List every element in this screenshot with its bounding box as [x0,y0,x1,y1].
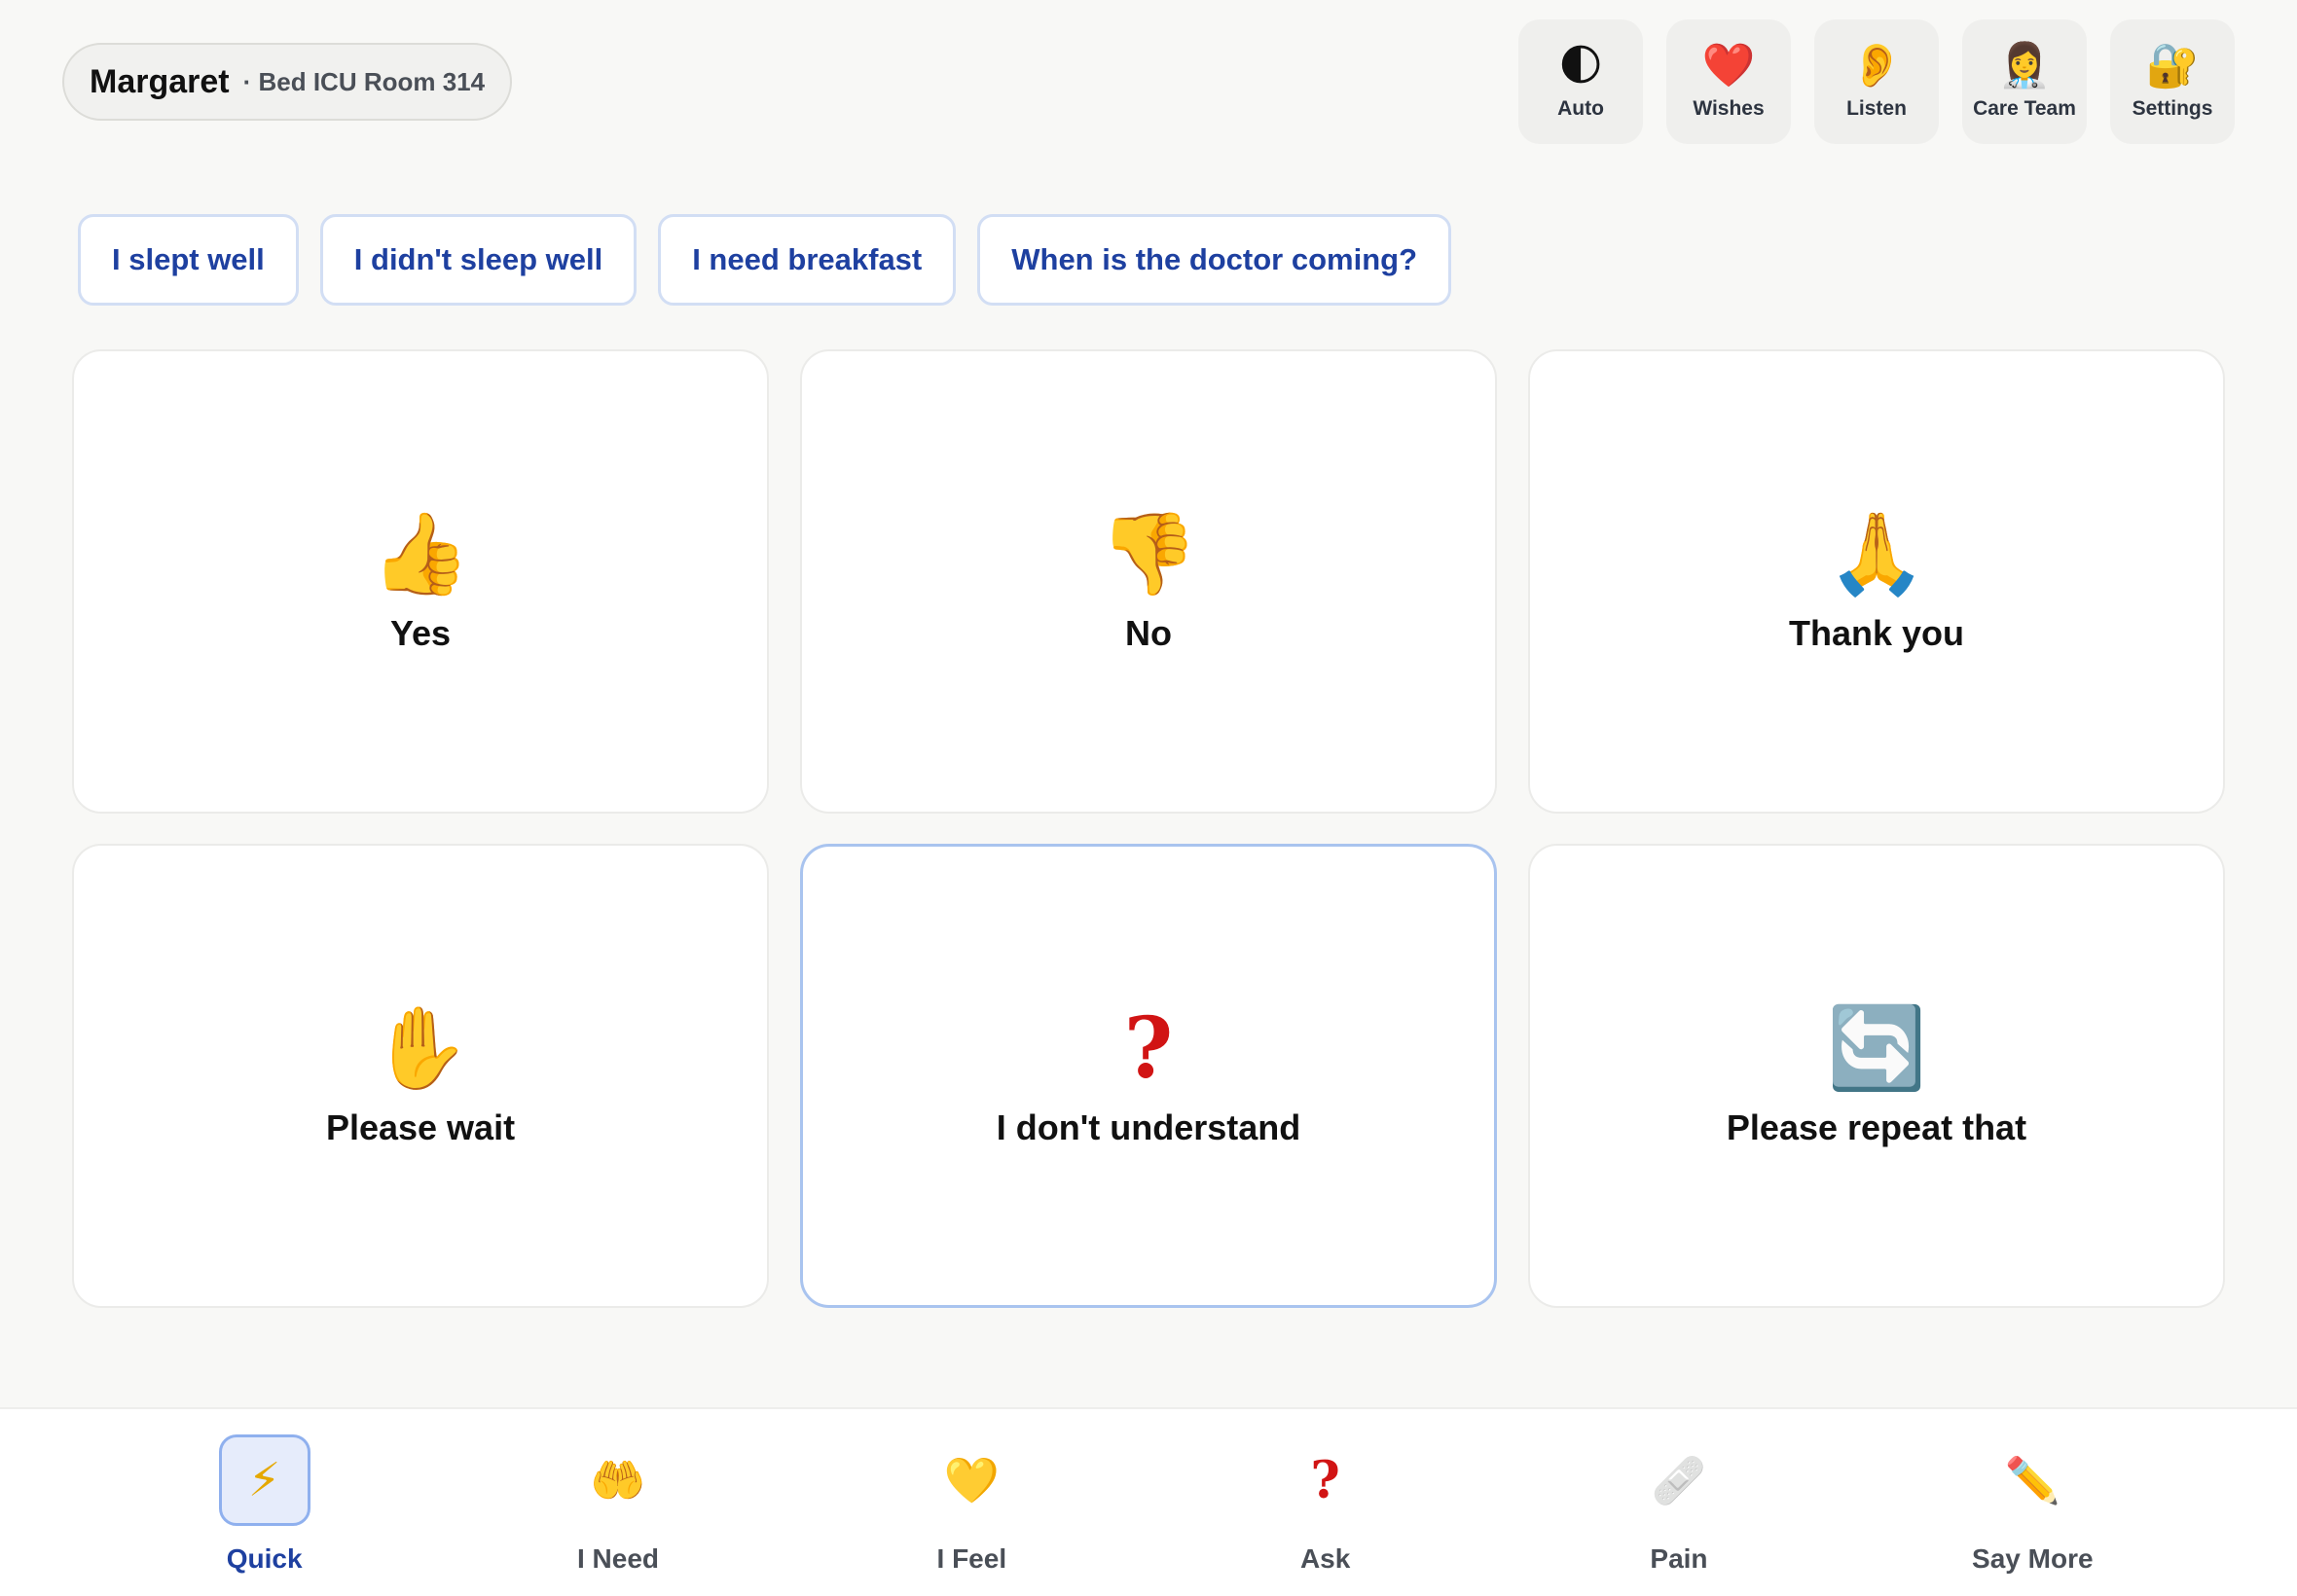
nav-pain[interactable]: 🩹 Pain [1572,1434,1786,1575]
suggestion-chips: I slept well I didn't sleep well I need … [78,214,1452,306]
open-hands-icon: 🤲 [590,1454,646,1505]
phrase-card-dont-understand[interactable]: ? I don't understand [800,844,1497,1308]
nav-label: Quick [226,1543,303,1574]
phrase-label: No [1125,612,1172,653]
phrase-label: Yes [389,612,452,653]
phrase-label: I don't understand [996,1106,1301,1147]
repeat-icon: 🔄 [1826,1003,1927,1093]
phrase-card-no[interactable]: 👎 No [800,349,1497,814]
heart-icon: ❤️ [1701,42,1756,90]
thumbs-down-icon: 👎 [1098,509,1199,598]
raised-hand-icon: ✋ [370,1003,471,1093]
suggestion-chip[interactable]: I need breakfast [658,214,957,306]
suggestion-chip[interactable]: When is the doctor coming? [977,214,1452,306]
auto-label: Auto [1557,97,1604,120]
moon-icon: 🌓 [1558,42,1603,90]
patient-name: Margaret [90,62,230,100]
phrase-card-please-wait[interactable]: ✋ Please wait [72,844,769,1308]
settings-button[interactable]: 🔐 Settings [2110,19,2235,144]
nav-ask[interactable]: ? Ask [1219,1434,1433,1575]
nav-i-need[interactable]: 🤲 I Need [511,1434,725,1575]
folded-hands-icon: 🙏 [1826,509,1927,598]
phrase-card-repeat[interactable]: 🔄 Please repeat that [1528,844,2225,1308]
phrase-label: Thank you [1788,612,1965,653]
suggestion-chip[interactable]: I slept well [78,214,299,306]
thumbs-up-icon: 👍 [370,509,471,598]
listen-label: Listen [1846,97,1907,120]
nav-label: I Feel [936,1543,1007,1574]
lock-icon: 🔐 [2145,42,2200,90]
suggestion-chip[interactable]: I didn't sleep well [319,214,638,306]
nav-label: I Need [576,1543,659,1574]
nav-say-more[interactable]: ✏️ Say More [1925,1434,2139,1575]
question-mark-icon: ? [1310,1450,1340,1510]
health-worker-icon: 👩‍⚕️ [1997,42,2052,90]
yellow-heart-icon: 💛 [943,1454,1000,1505]
patient-badge: Margaret · Bed ICU Room 314 [62,43,513,121]
wishes-label: Wishes [1693,97,1765,120]
care-team-label: Care Team [1973,97,2076,120]
auto-button[interactable]: 🌓 Auto [1518,19,1643,144]
ear-icon: 👂 [1849,42,1904,90]
top-actions: 🌓 Auto ❤️ Wishes 👂 Listen 👩‍⚕️ Care Team… [1518,19,2235,144]
care-team-button[interactable]: 👩‍⚕️ Care Team [1962,19,2087,144]
phrase-grid: 👍 Yes 👎 No 🙏 Thank you ✋ Please wait ? I… [72,349,2225,1308]
question-mark-icon: ? [1123,998,1174,1098]
pencil-icon: ✏️ [2004,1454,2060,1505]
bandage-icon: 🩹 [1651,1454,1707,1505]
nav-label: Ask [1299,1543,1351,1574]
nav-label: Pain [1650,1543,1708,1574]
bottom-nav: ⚡ Quick 🤲 I Need 💛 I Feel ? Ask 🩹 Pain ✏… [0,1407,2297,1596]
listen-button[interactable]: 👂 Listen [1814,19,1939,144]
settings-label: Settings [2132,97,2213,120]
phrase-label: Please wait [325,1106,516,1147]
patient-bed: · Bed ICU Room 314 [242,66,486,96]
nav-quick[interactable]: ⚡ Quick [158,1434,372,1575]
nav-label: Say More [1972,1543,2094,1574]
phrase-card-yes[interactable]: 👍 Yes [72,349,769,814]
lightning-icon: ⚡ [218,1434,310,1526]
phrase-card-thank-you[interactable]: 🙏 Thank you [1528,349,2225,814]
phrase-label: Please repeat that [1726,1106,2027,1147]
wishes-button[interactable]: ❤️ Wishes [1666,19,1791,144]
nav-i-feel[interactable]: 💛 I Feel [864,1434,1078,1575]
